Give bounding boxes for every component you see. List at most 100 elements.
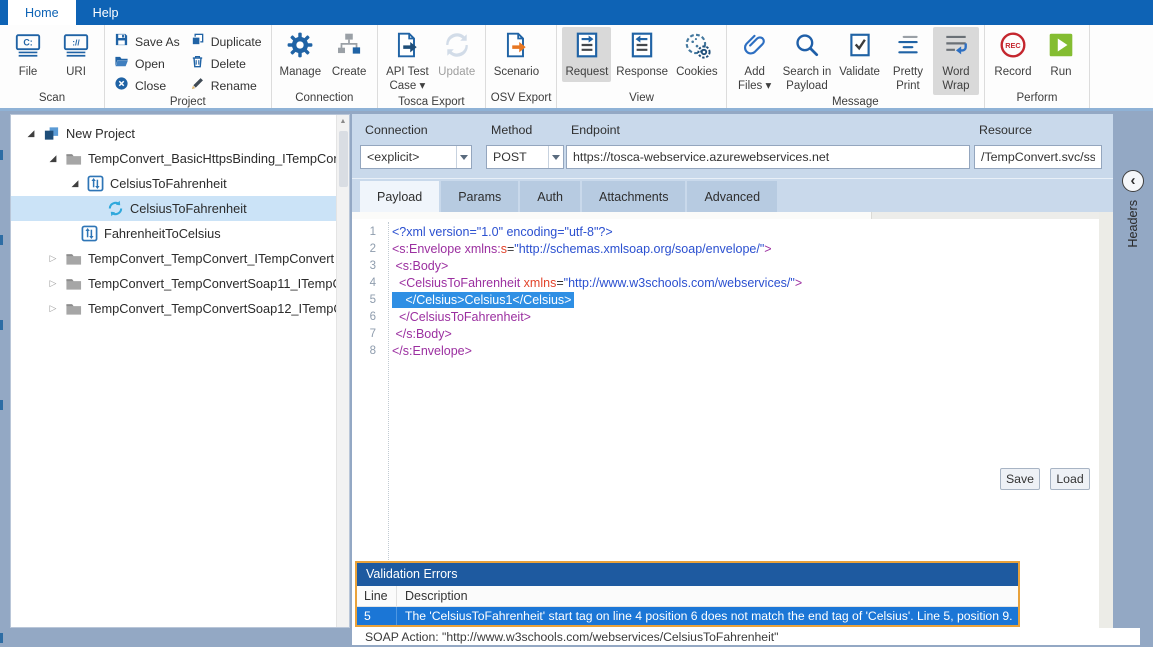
editor-horizontal-thumb[interactable] bbox=[352, 212, 872, 219]
soap-action-text: SOAP Action: "http://www.w3schools.com/w… bbox=[365, 630, 779, 644]
editor-vertical-scrollbar[interactable] bbox=[1099, 212, 1113, 628]
expander-closed-icon[interactable] bbox=[47, 253, 59, 264]
create-button[interactable]: Create bbox=[326, 27, 372, 82]
close-circle-icon bbox=[114, 76, 129, 96]
expander-open-icon[interactable] bbox=[69, 178, 81, 189]
tree-scrollbar-thumb[interactable] bbox=[339, 131, 348, 187]
scenario-button[interactable]: Scenario bbox=[491, 27, 542, 82]
tree-scrollbar[interactable] bbox=[336, 115, 349, 627]
folder-icon bbox=[65, 275, 82, 292]
endpoint-input[interactable] bbox=[566, 145, 970, 169]
load-payload-button[interactable]: Load bbox=[1050, 468, 1090, 490]
rename-button[interactable]: Rename bbox=[190, 76, 262, 95]
swap-arrows-icon bbox=[81, 225, 98, 242]
validate-button[interactable]: Validate bbox=[836, 27, 883, 82]
tab-auth[interactable]: Auth bbox=[520, 181, 580, 212]
payload-editor[interactable]: 1<?xml version="1.0" encoding="utf-8"?> … bbox=[352, 212, 1113, 628]
duplicate-button[interactable]: Duplicate bbox=[190, 32, 262, 51]
search-in-payload-button[interactable]: Search in Payload bbox=[780, 27, 835, 95]
expander-closed-icon[interactable] bbox=[47, 278, 59, 289]
column-header-description[interactable]: Description bbox=[397, 586, 1018, 606]
gear-icon bbox=[286, 31, 314, 64]
tab-params[interactable]: Params bbox=[441, 181, 518, 212]
document-orange-arrow-icon bbox=[502, 31, 530, 64]
ribbon-group-perform: REC Record Run Perform bbox=[985, 25, 1090, 108]
tree-item-fahrenheittocelsius[interactable]: FahrenheitToCelsius bbox=[11, 221, 349, 246]
tree-item-tempconvert-basichttpsbinding[interactable]: TempConvert_BasicHttpsBinding_ITempConve… bbox=[11, 146, 349, 171]
connection-select[interactable]: <explicit> bbox=[360, 145, 472, 169]
left-edge-mark bbox=[0, 400, 3, 410]
column-header-line[interactable]: Line bbox=[357, 586, 397, 606]
validation-column-headers: Line Description bbox=[357, 586, 1018, 607]
ribbon-group-connection: Manage Create Connection bbox=[272, 25, 379, 108]
add-files-button[interactable]: Add Files ▾ bbox=[732, 27, 778, 95]
method-select[interactable]: POST bbox=[486, 145, 564, 169]
code-line: 8</s:Envelope> bbox=[352, 343, 1099, 360]
file-button[interactable]: C: File bbox=[5, 27, 51, 82]
save-payload-button[interactable]: Save bbox=[1000, 468, 1040, 490]
headers-tab-label[interactable]: Headers bbox=[1126, 200, 1140, 248]
tree-item-tempconvert-soap12[interactable]: TempConvert_TempConvertSoap12_ITempConve… bbox=[11, 296, 349, 321]
title-bar: Home Help bbox=[0, 0, 1153, 25]
folder-icon bbox=[65, 150, 82, 167]
code-line-selected: 5 </Celsius>Celsius1</Celsius> bbox=[352, 292, 1099, 309]
tab-payload[interactable]: Payload bbox=[360, 181, 439, 212]
update-button[interactable]: Update bbox=[434, 27, 480, 82]
tab-advanced[interactable]: Advanced bbox=[687, 181, 777, 212]
delete-button[interactable]: Delete bbox=[190, 54, 262, 73]
resource-input[interactable] bbox=[974, 145, 1102, 169]
code-line: 4 <CelsiusToFahrenheit xmlns="http://www… bbox=[352, 275, 1099, 292]
word-wrap-button[interactable]: Word Wrap bbox=[933, 27, 979, 95]
pretty-print-button[interactable]: Pretty Print bbox=[885, 27, 931, 95]
selected-text: </Celsius>Celsius1</Celsius> bbox=[392, 292, 574, 308]
project-tree-panel: New Project TempConvert_BasicHttpsBindin… bbox=[10, 114, 350, 628]
validate-check-icon bbox=[846, 31, 874, 64]
code-line: 1<?xml version="1.0" encoding="utf-8"?> bbox=[352, 224, 1099, 241]
uri-button[interactable]: :// URI bbox=[53, 27, 99, 82]
folder-icon bbox=[65, 300, 82, 317]
ribbon-group-osv-export: Scenario OSV Export bbox=[486, 25, 558, 108]
cookies-button[interactable]: Cookies bbox=[673, 27, 721, 82]
connection-label: Connection bbox=[365, 123, 428, 137]
group-label-connection: Connection bbox=[277, 91, 373, 108]
response-button[interactable]: Response bbox=[613, 27, 671, 82]
editor-horizontal-scrollbar[interactable] bbox=[352, 212, 1099, 219]
group-label-project: Project bbox=[110, 95, 266, 112]
chevron-down-icon bbox=[548, 146, 563, 168]
run-button[interactable]: Run bbox=[1038, 27, 1084, 82]
svg-text:REC: REC bbox=[1005, 41, 1021, 50]
ribbon: C: File :// URI Scan Save As bbox=[0, 25, 1153, 111]
code-line: 7 </s:Body> bbox=[352, 326, 1099, 343]
request-panel: Connection <explicit> Method POST Endpoi… bbox=[352, 114, 1113, 628]
request-button[interactable]: Request bbox=[562, 27, 611, 82]
open-button[interactable]: Open bbox=[114, 54, 180, 73]
tree-item-tempconvert-tempconvert[interactable]: TempConvert_TempConvert_ITempConvert bbox=[11, 246, 349, 271]
tab-attachments[interactable]: Attachments bbox=[582, 181, 685, 212]
code-line: 2<s:Envelope xmlns:s="http://schemas.xml… bbox=[352, 241, 1099, 258]
trash-icon bbox=[190, 54, 205, 74]
expand-headers-chevron-icon[interactable] bbox=[1122, 170, 1144, 192]
group-label-tosca-export: Tosca Export bbox=[383, 95, 480, 112]
svg-text:C:: C: bbox=[23, 38, 32, 48]
ribbon-group-view: Request Response Cookies View bbox=[557, 25, 726, 108]
tab-help[interactable]: Help bbox=[76, 0, 136, 25]
tab-home[interactable]: Home bbox=[8, 0, 76, 25]
tree-item-celsiustofahrenheit-request[interactable]: CelsiusToFahrenheit bbox=[11, 196, 349, 221]
headers-sidebar: Headers bbox=[1113, 114, 1153, 628]
ribbon-group-project: Save As Open Close Duplicate bbox=[105, 25, 272, 108]
tree-item-celsiustofahrenheit-service[interactable]: CelsiusToFahrenheit bbox=[11, 171, 349, 196]
api-test-case-button[interactable]: API Test Case ▾ bbox=[383, 27, 432, 95]
save-as-button[interactable]: Save As bbox=[114, 32, 180, 51]
record-button[interactable]: REC Record bbox=[990, 27, 1036, 82]
close-button[interactable]: Close bbox=[114, 76, 180, 95]
ribbon-group-message: Add Files ▾ Search in Payload Validate P… bbox=[727, 25, 985, 108]
expander-closed-icon[interactable] bbox=[47, 303, 59, 314]
expander-open-icon[interactable] bbox=[47, 153, 59, 164]
manage-button[interactable]: Manage bbox=[277, 27, 325, 82]
connection-bar: Connection <explicit> Method POST Endpoi… bbox=[352, 114, 1113, 178]
tree-item-tempconvert-soap11[interactable]: TempConvert_TempConvertSoap11_ITempConve… bbox=[11, 271, 349, 296]
validation-error-row[interactable]: 5 The 'CelsiusToFahrenheit' start tag on… bbox=[357, 607, 1018, 625]
expander-open-icon[interactable] bbox=[25, 128, 37, 139]
paperclip-icon bbox=[741, 31, 769, 64]
tree-item-new-project[interactable]: New Project bbox=[11, 121, 349, 146]
